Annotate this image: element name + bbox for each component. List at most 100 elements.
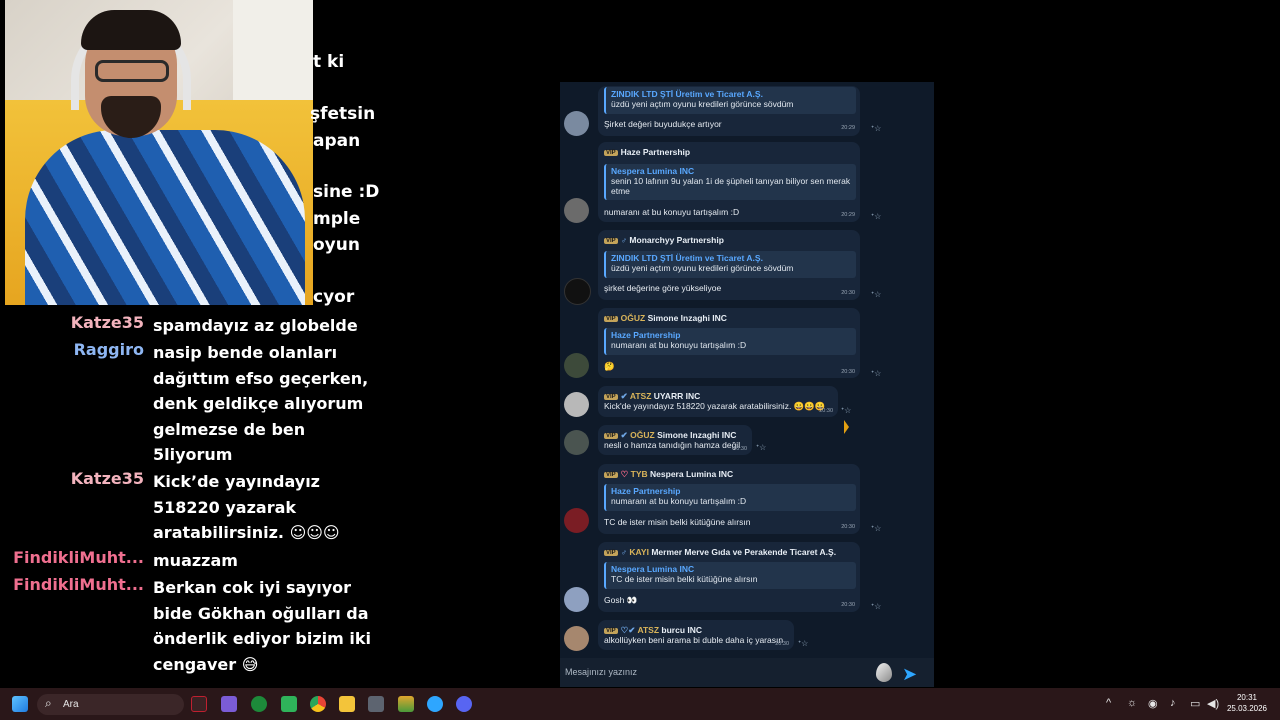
razer-icon[interactable]: [191, 696, 207, 712]
game-icon[interactable]: [281, 696, 297, 712]
avatar[interactable]: [564, 587, 589, 612]
message-text: alkollüyken beni arama bi duble daha iç …: [604, 635, 784, 645]
avatar[interactable]: [564, 111, 589, 136]
avatar[interactable]: [564, 198, 589, 223]
calculator-icon[interactable]: [368, 696, 384, 712]
message-item[interactable]: VIP ♡✔ ATSZ burcu INC alkollüyken beni ar…: [560, 620, 934, 651]
reply-text: numaranı at bu konuyu tartışalım :D: [611, 340, 747, 350]
steam-icon[interactable]: ◉: [1148, 697, 1158, 710]
message-text: Gosh 👀: [604, 595, 638, 605]
message-item[interactable]: VIP ♡ TYB Nespera Lumina INC Haze Partner…: [560, 464, 934, 534]
brightness-icon[interactable]: ☼: [1127, 697, 1137, 709]
message-time: 20:30: [733, 446, 747, 452]
system-clock[interactable]: 20:31 25.03.2026: [1222, 692, 1272, 714]
chrome-icon[interactable]: [310, 696, 326, 712]
message-list[interactable]: ZINDIK LTD ŞTİ Üretim ve Ticaret A.Ş. üz…: [560, 82, 934, 656]
overlay-fragment: t ki: [313, 52, 345, 72]
male-icon: ♂: [620, 547, 628, 557]
message-item[interactable]: ZINDIK LTD ŞTİ Üretim ve Ticaret A.Ş. üz…: [560, 86, 934, 136]
search-box[interactable]: ⌕ Ara: [37, 694, 184, 715]
microphone-icon[interactable]: ♪: [1170, 697, 1176, 709]
chevron-up-icon[interactable]: ^: [1106, 697, 1111, 709]
chat-text: nasip bende olanları dağıttım efso geçer…: [153, 343, 369, 464]
reply-author: ZINDIK LTD ŞTİ Üretim ve Ticaret A.Ş.: [611, 253, 763, 263]
react-icon[interactable]: ᐩ☆: [871, 369, 881, 378]
reply-text: üzdü yeni açtım oyunu kredileri görünce …: [611, 99, 794, 109]
overlay-fragment: mple: [313, 209, 361, 229]
send-icon[interactable]: ➤: [902, 664, 917, 685]
avatar[interactable]: [564, 626, 589, 651]
message-item[interactable]: VIP ♂ KAYI Mermer Merve Gıda ve Perakende…: [560, 542, 934, 612]
react-icon[interactable]: ᐩ☆: [871, 290, 881, 299]
reply-quote[interactable]: Nespera Lumina INC senin 10 lafının 9u y…: [604, 164, 856, 200]
chat-text: muazzam: [153, 551, 238, 570]
start-icon[interactable]: [12, 696, 28, 712]
message-bubble[interactable]: VIP OĞUZ Simone Inzaghi INC Haze Partners…: [598, 308, 860, 378]
avatar[interactable]: [564, 392, 589, 417]
message-item[interactable]: VIP OĞUZ Simone Inzaghi INC Haze Partners…: [560, 308, 934, 378]
network-icon[interactable]: ▭: [1190, 697, 1200, 710]
chat-username: Katze35: [70, 313, 144, 332]
heart-icon: ♡: [620, 469, 629, 479]
reply-quote[interactable]: Haze Partnership numaranı at bu konuyu t…: [604, 484, 856, 511]
message-bubble[interactable]: VIP ♂ Monarchyy Partnership ZINDIK LTD ŞT…: [598, 230, 860, 300]
sender-name[interactable]: VIP ♂ KAYI Mermer Merve Gıda ve Perakende…: [604, 547, 836, 557]
avatar[interactable]: [564, 353, 589, 378]
avatar[interactable]: [564, 430, 589, 455]
message-time: 20:30: [841, 369, 855, 375]
react-icon[interactable]: ᐩ☆: [871, 524, 881, 533]
xbox-icon[interactable]: [251, 696, 267, 712]
notes-icon[interactable]: [221, 696, 237, 712]
message-time: 20:30: [841, 524, 855, 530]
reply-quote[interactable]: Haze Partnership numaranı at bu konuyu t…: [604, 328, 856, 355]
react-icon[interactable]: ᐩ☆: [841, 406, 851, 415]
react-icon[interactable]: ᐩ☆: [871, 602, 881, 611]
react-icon[interactable]: ᐩ☆: [798, 639, 808, 648]
avatar[interactable]: [564, 508, 589, 533]
telegram-icon[interactable]: [427, 696, 443, 712]
message-item[interactable]: VIP ✔ OĞUZ Simone Inzaghi INC nesli o ham…: [560, 425, 934, 455]
message-input[interactable]: Mesajınızı yazınız: [565, 667, 637, 677]
telegram-chat-window: ZINDIK LTD ŞTİ Üretim ve Ticaret A.Ş. üz…: [560, 82, 934, 687]
cursor-icon: [844, 420, 849, 434]
sender-name[interactable]: VIP Haze Partnership: [604, 147, 690, 157]
reply-text: TC de ister misin belki kütüğüne alırsın: [611, 574, 758, 584]
react-icon[interactable]: ᐩ☆: [871, 212, 881, 221]
sender-name[interactable]: VIP ♂ Monarchyy Partnership: [604, 235, 724, 245]
chat-text: spamdayız az globelde: [153, 316, 358, 335]
webcam-feed: [5, 0, 313, 305]
egg-icon[interactable]: [876, 663, 892, 682]
folder-icon[interactable]: [339, 696, 355, 712]
message-item[interactable]: VIP Haze Partnership Nespera Lumina INC s…: [560, 142, 934, 223]
message-bubble[interactable]: VIP ✔ OĞUZ Simone Inzaghi INC nesli o ham…: [598, 425, 752, 455]
message-input-bar[interactable]: Mesajınızı yazınız ➤: [560, 658, 934, 687]
chat-username: Katze35: [70, 469, 144, 488]
message-bubble[interactable]: VIP ✔ ATSZ UYARR INC Kick'de yayındayız 5…: [598, 386, 838, 417]
message-bubble[interactable]: ZINDIK LTD ŞTİ Üretim ve Ticaret A.Ş. üz…: [598, 86, 860, 136]
message-bubble[interactable]: VIP ♡✔ ATSZ burcu INC alkollüyken beni ar…: [598, 620, 794, 650]
message-text: nesli o hamza tanıdığın hamza değil: [604, 440, 741, 450]
react-icon[interactable]: ᐩ☆: [871, 124, 881, 133]
sender-name[interactable]: VIP ♡ TYB Nespera Lumina INC: [604, 469, 733, 480]
stack-icon[interactable]: [398, 696, 414, 712]
overlay-fragment: apan: [313, 131, 361, 151]
message-time: 20:29: [841, 212, 855, 218]
volume-icon[interactable]: ◀): [1207, 697, 1219, 710]
message-item[interactable]: VIP ✔ ATSZ UYARR INC Kick'de yayındayız 5…: [560, 386, 934, 417]
reply-quote[interactable]: ZINDIK LTD ŞTİ Üretim ve Ticaret A.Ş. üz…: [604, 251, 856, 278]
chat-username: FindikliMuht...: [13, 575, 144, 594]
reply-author: Nespera Lumina INC: [611, 564, 695, 574]
reply-quote[interactable]: Nespera Lumina INC TC de ister misin bel…: [604, 562, 856, 589]
message-time: 20:29: [841, 125, 855, 131]
react-icon[interactable]: ᐩ☆: [756, 443, 766, 452]
avatar[interactable]: [564, 278, 591, 305]
discord-icon[interactable]: [456, 696, 472, 712]
message-bubble[interactable]: VIP ♡ TYB Nespera Lumina INC Haze Partner…: [598, 464, 860, 534]
message-item[interactable]: VIP ♂ Monarchyy Partnership ZINDIK LTD ŞT…: [560, 230, 934, 305]
reply-quote[interactable]: ZINDIK LTD ŞTİ Üretim ve Ticaret A.Ş. üz…: [604, 87, 856, 114]
verified-icon: ✔: [620, 391, 628, 401]
message-bubble[interactable]: VIP Haze Partnership Nespera Lumina INC s…: [598, 142, 860, 222]
sender-name[interactable]: VIP OĞUZ Simone Inzaghi INC: [604, 313, 727, 323]
clan-tag: OĞUZ: [630, 430, 655, 440]
message-bubble[interactable]: VIP ♂ KAYI Mermer Merve Gıda ve Perakende…: [598, 542, 860, 612]
